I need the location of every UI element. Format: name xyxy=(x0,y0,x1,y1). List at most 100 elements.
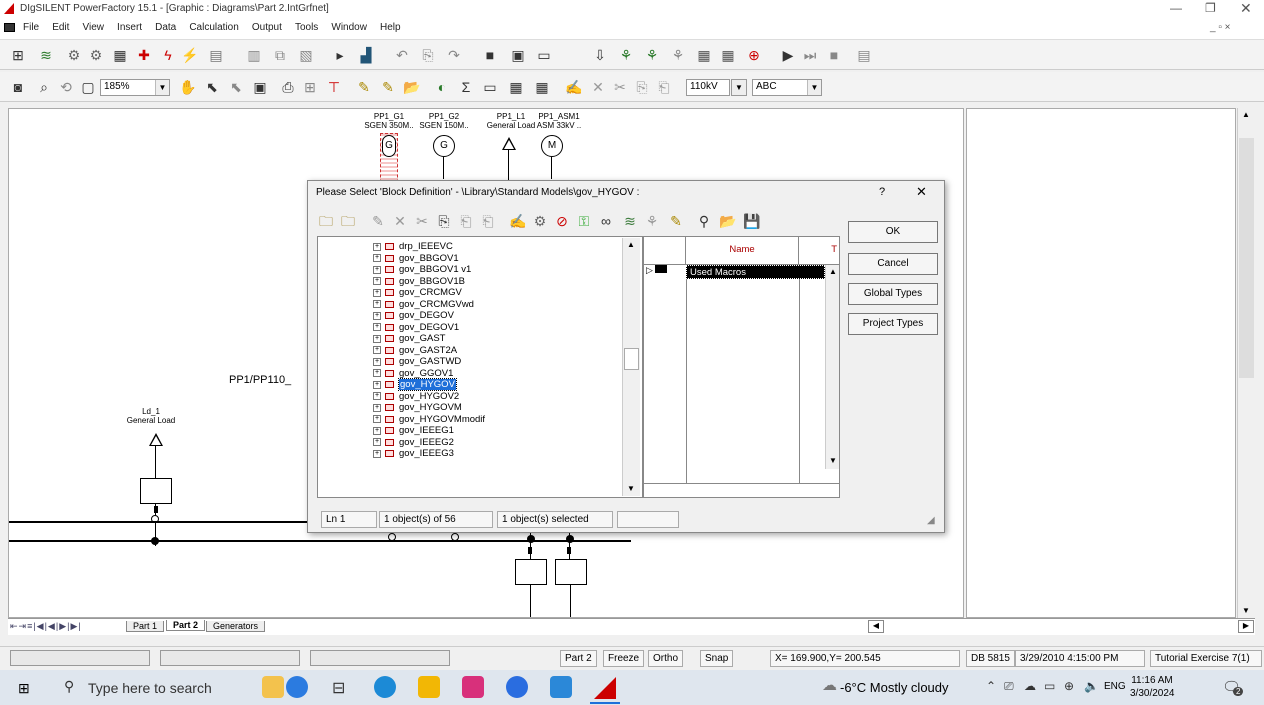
minimized-window-1[interactable] xyxy=(10,650,150,666)
person-widget-icon[interactable] xyxy=(286,676,308,698)
table3-icon[interactable]: ▦ xyxy=(532,77,552,97)
tree-item[interactable]: + gov_GASTWD xyxy=(373,356,461,367)
tree-item[interactable]: + gov_DEGOV1 xyxy=(373,322,459,333)
run-icon[interactable]: ▶ xyxy=(778,45,798,65)
tree-item[interactable]: + gov_CRCMGV xyxy=(373,287,462,298)
language-indicator[interactable]: ENG xyxy=(1104,681,1126,692)
flex-icon[interactable]: ⚡ xyxy=(180,45,200,65)
expand-icon[interactable]: + xyxy=(373,369,381,377)
sum-icon[interactable]: Σ xyxy=(456,77,476,97)
tree-scrollbar[interactable]: ▲ ▼ xyxy=(622,238,640,496)
graphic-icon[interactable]: ◙ xyxy=(8,77,28,97)
loadflow-icon[interactable]: ✚ xyxy=(134,45,154,65)
network-icon[interactable]: ⊞ xyxy=(8,45,28,65)
tab-nav-icon[interactable]: ⇤⇥≡|◀|◀|▶|▶| xyxy=(10,621,82,632)
tree-item[interactable]: + gov_IEEEG2 xyxy=(373,437,454,448)
tree-item[interactable]: + gov_HYGOVM xyxy=(373,402,462,413)
tab-part1[interactable]: Part 1 xyxy=(126,621,165,632)
copy-icon[interactable]: ⎘ xyxy=(434,211,454,231)
status-freeze[interactable]: Freeze xyxy=(603,650,645,667)
status-ortho[interactable]: Ortho xyxy=(648,650,684,667)
expand-icon[interactable]: + xyxy=(373,403,381,412)
expand-icon[interactable]: + xyxy=(373,415,381,423)
menu-calculation[interactable]: Calculation xyxy=(184,18,243,33)
instagram-icon[interactable] xyxy=(462,676,484,698)
paste-icon[interactable]: ⎗ xyxy=(456,211,476,231)
chart-icon[interactable]: ≋ xyxy=(620,211,640,231)
filter-icon[interactable]: ⇩ xyxy=(590,45,610,65)
mail-icon[interactable] xyxy=(550,676,572,698)
resize-grip-icon[interactable]: ◢ xyxy=(927,515,935,526)
menu-file[interactable]: File xyxy=(18,18,44,33)
volume-icon[interactable]: 🔈 xyxy=(1084,679,1099,693)
expand-icon[interactable]: + xyxy=(373,323,381,331)
menu-edit[interactable]: Edit xyxy=(47,18,74,33)
select-icon[interactable]: ⬉ xyxy=(202,77,222,97)
scroll-down-icon[interactable]: ▼ xyxy=(1242,606,1250,615)
object-icon[interactable]: ▟ xyxy=(356,45,376,65)
help-button[interactable]: ? xyxy=(879,186,885,198)
battery-icon[interactable]: ▭ xyxy=(1044,679,1055,693)
object-list[interactable]: Name T ▷ Used Macros ▲ ▼ xyxy=(643,236,840,498)
insert-icon[interactable]: ⊤ xyxy=(324,77,344,97)
weather-text[interactable]: -6°C Mostly cloudy xyxy=(840,680,949,695)
list-hscroll[interactable] xyxy=(644,483,839,497)
search-icon[interactable]: ⚲ xyxy=(64,678,74,695)
feeder-box-1[interactable] xyxy=(515,559,547,585)
play-script-icon[interactable]: ▸ xyxy=(330,45,350,65)
tree-item[interactable]: + gov_BBGOV1 xyxy=(373,253,459,264)
menu-insert[interactable]: Insert xyxy=(112,18,147,33)
mdi-controls[interactable]: _ ▫ × xyxy=(1210,22,1231,33)
menu-tools[interactable]: Tools xyxy=(290,18,323,33)
voltage-select[interactable]: 110kV xyxy=(686,79,730,96)
add-icon[interactable]: ⊕ xyxy=(744,45,764,65)
scroll-up-icon[interactable]: ▲ xyxy=(627,240,635,249)
zoom-back-icon[interactable]: ⟲ xyxy=(56,77,76,97)
app-blue-icon[interactable] xyxy=(506,676,528,698)
expand-icon[interactable]: + xyxy=(373,300,381,308)
ld1-breaker-box[interactable] xyxy=(140,478,172,504)
tree-item[interactable]: + drp_IEEEVC xyxy=(373,241,453,252)
expand-icon[interactable]: + xyxy=(373,311,381,320)
paste-icon[interactable]: ⎗ xyxy=(654,77,674,97)
redo-icon[interactable]: ↷ xyxy=(444,45,464,65)
paste-data-icon[interactable]: ⎗ xyxy=(478,211,498,231)
shortcircuit-icon[interactable]: ϟ xyxy=(158,45,178,65)
key-icon[interactable]: ⚿ xyxy=(574,211,594,231)
expand-icon[interactable]: + xyxy=(373,392,381,400)
plot-icon[interactable]: ▤ xyxy=(854,45,874,65)
disable-icon[interactable]: ⊘ xyxy=(552,211,572,231)
tray-chevron-icon[interactable]: ⌃ xyxy=(986,679,996,693)
cut-icon[interactable]: ✂ xyxy=(610,77,630,97)
page-icon[interactable]: ▢ xyxy=(78,77,98,97)
copy2-icon[interactable]: ⎘ xyxy=(632,77,652,97)
chart-icon[interactable]: ≋ xyxy=(36,45,56,65)
vertical-scrollbar[interactable]: ▲ ▼ xyxy=(1237,108,1255,618)
tree-icon[interactable]: ⚘ xyxy=(616,45,636,65)
menu-data[interactable]: Data xyxy=(150,18,181,33)
stop-sim-icon[interactable]: ■ xyxy=(824,45,844,65)
undo-icon[interactable]: ↶ xyxy=(392,45,412,65)
compare-icon[interactable]: ⧉ xyxy=(270,45,290,65)
expand-icon[interactable]: + xyxy=(373,242,381,251)
expand-icon[interactable]: + xyxy=(373,438,381,446)
tree-item[interactable]: + gov_HYGOV xyxy=(373,378,457,391)
project-types-button[interactable]: Project Types xyxy=(848,313,938,335)
weather-icon[interactable]: ☁ xyxy=(822,676,837,694)
tree-item[interactable]: + gov_IEEEG3 xyxy=(373,448,454,459)
voltage-dropdown[interactable]: ▼ xyxy=(731,79,747,96)
doc-icon[interactable] xyxy=(4,23,15,32)
clock[interactable]: 11:16 AM 3/30/2024 xyxy=(1130,674,1175,700)
edit-object-icon[interactable]: ✍ xyxy=(508,211,528,231)
feeder-box-2[interactable] xyxy=(555,559,587,585)
step-icon[interactable]: ⏭ xyxy=(800,45,820,65)
expand-icon[interactable]: + xyxy=(373,380,381,389)
pan-icon[interactable]: ✋ xyxy=(178,77,198,97)
grid-toggle-icon[interactable]: ⊞ xyxy=(300,77,320,97)
global-types-button[interactable]: Global Types xyxy=(848,283,938,305)
scroll-up-icon[interactable]: ▲ xyxy=(1242,110,1250,119)
network-icon[interactable]: ⊕ xyxy=(1064,679,1074,693)
tab-generators[interactable]: Generators xyxy=(206,621,266,632)
tree-item[interactable]: + gov_GGOV1 xyxy=(373,368,453,379)
cancel-button[interactable]: Cancel xyxy=(848,253,938,275)
